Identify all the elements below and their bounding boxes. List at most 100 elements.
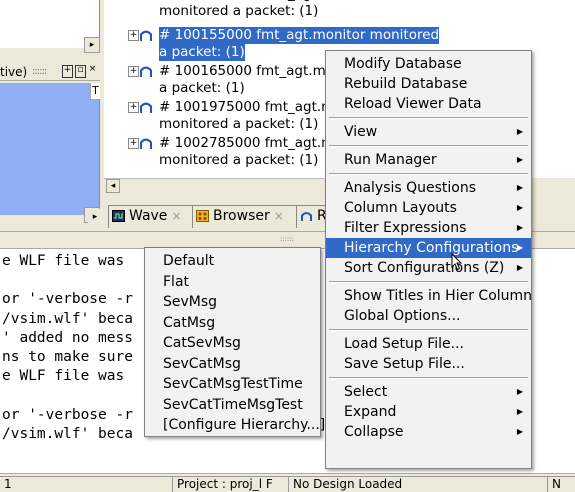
horizontal-scrollbar[interactable] [104,178,324,194]
tab-scroll-right-button[interactable]: ▸ [88,209,102,225]
drag-grip-icon[interactable]: :::::: [32,63,47,80]
tree-row-line1: # 1002785000 fmt_agt.m [159,135,335,151]
scroll-left-button[interactable]: ◂ [106,179,120,193]
transcript-line: /vsim.wlf' beca [2,425,133,442]
tree-row-line2: monitored a packet: (1) [159,3,319,19]
menu-item-reload-viewer-data[interactable]: Reload Viewer Data [326,94,531,114]
tree-row-line1: # 100165000 fmt_agt.mo [159,63,334,79]
transcript-line: ' added no mess [2,329,133,346]
menu-item-column-layouts[interactable]: Column Layouts ▶ [326,198,531,218]
expand-icon[interactable]: + [128,66,139,77]
menu-item-save-setup-file[interactable]: Save Setup File... [326,354,531,374]
submenu-item-catsevmsg[interactable]: CatSevMsg [145,333,320,353]
submenu-item-configure-hierarchy[interactable]: [Configure Hierarchy...] [145,415,325,435]
menu-item-label: Sort Configurations (Z) [344,260,505,276]
result-flag-icon [140,138,152,149]
wave-icon [112,210,125,222]
tab-label: Wave [129,208,168,224]
submenu-item-sevcatmsg[interactable]: SevCatMsg [145,354,320,374]
submenu-item-catmsg[interactable]: CatMsg [145,313,320,333]
menu-item-label: Global Options... [344,308,461,324]
submenu-item-sevcattimemsgtest[interactable]: SevCatTimeMsgTest [145,395,320,415]
menu-item-sort-configurations-z[interactable]: Sort Configurations (Z) ▶ [326,258,531,278]
menu-item-run-manager[interactable]: Run Manager ▶ [326,150,531,170]
tab-label: Browser [213,208,270,224]
tree-row-line1: # 100155000 fmt_agt.monitor monitored [159,27,440,44]
menu-item-label: Run Manager [344,152,437,168]
menu-item-label: Show Titles in Hier Column [344,288,533,304]
menu-item-load-setup-file[interactable]: Load Setup File... [326,334,531,354]
submenu-item-default[interactable]: Default [145,251,320,271]
result-flag-icon [140,102,152,113]
menu-item-rebuild-database[interactable]: Rebuild Database [326,74,531,94]
menu-item-filter-expressions[interactable]: Filter Expressions ▶ [326,218,531,238]
menu-separator [329,377,528,379]
splitter-grip-icon[interactable]: :::::: [272,236,302,243]
menu-item-analysis-questions[interactable]: Analysis Questions ▶ [326,178,531,198]
column-header[interactable]: T [90,83,100,99]
menu-item-hierarchy-configurations[interactable]: Hierarchy Configurations ▶ [326,238,531,258]
expand-icon[interactable]: + [128,30,139,41]
submenu-item-flat[interactable]: Flat [145,272,320,292]
tree-row[interactable]: +# 1001265000 fmt_agt.monitormonitored a… [104,0,575,22]
menu-item-collapse[interactable]: Collapse ▶ [326,422,531,442]
submenu-arrow-icon: ▶ [516,223,523,232]
status-bar: 1 Project : proj_l F No Design Loaded N [0,473,575,492]
menu-item-show-titles-in-hier-column[interactable]: Show Titles in Hier Column [326,286,533,306]
submenu-arrow-icon: ▶ [516,183,523,192]
submenu-arrow-icon: ▶ [516,243,523,252]
transcript-line: /vsim.wlf' beca [2,310,133,327]
menu-item-label: Load Setup File... [344,336,465,352]
tree-row-line2: a packet: (1) [159,44,245,61]
menu-item-global-options[interactable]: Global Options... [326,306,531,326]
menu-item-modify-database[interactable]: Modify Database [326,54,531,74]
left-list-panel[interactable] [0,83,100,215]
menu-separator [329,117,528,119]
maximize-icon[interactable]: ▫ [75,65,86,78]
submenu-item-sevmsg[interactable]: SevMsg [145,292,320,312]
transcript-line: or '-verbose -r [2,406,133,423]
close-icon[interactable]: × [171,209,181,223]
menu-item-view[interactable]: View ▶ [326,122,531,142]
transcript-line: e WLF file was [2,368,125,385]
menu-item-select[interactable]: Select ▶ [326,382,531,402]
submenu-arrow-icon: ▶ [516,407,523,416]
menu-separator [329,145,528,147]
submenu-item-sevcatmsgtesttime[interactable]: SevCatMsgTestTime [145,374,320,394]
transcript-line: or '-verbose -r [2,291,133,308]
close-icon[interactable]: × [274,209,284,223]
scroll-right-button[interactable]: ▸ [84,37,100,53]
transcript-line: ns to make sure [2,349,133,365]
menu-separator [329,173,528,175]
menu-item-label: Filter Expressions [344,220,467,236]
transcript-line: e WLF file was [2,253,125,269]
menu-item-label: Save Setup File... [344,356,465,372]
submenu-arrow-icon: ▶ [516,427,523,436]
context-menu: Modify Database Rebuild Database Reload Vi… [325,50,532,469]
tree-row-line2: monitored a packet: (1) [159,152,319,168]
tree-row-line1: # 1001975000 fmt_agt.m [159,99,335,115]
left-panel-header: tive) :::::: + ▫ × [0,63,100,81]
menu-item-expand[interactable]: Expand ▶ [326,402,531,422]
result-flag-icon [140,66,152,77]
browser-icon [196,210,209,222]
close-icon[interactable]: × [88,65,97,76]
submenu-arrow-icon: ▶ [516,263,523,272]
left-panel-title: tive) [0,65,28,79]
submenu-arrow-icon: ▶ [516,127,523,136]
result-icon [301,212,312,221]
expand-icon[interactable]: + [128,102,139,113]
tree-row-line2: monitored a packet: (1) [159,116,319,132]
tree-row-line2: a packet: (1) [159,80,245,96]
add-icon[interactable]: + [62,65,73,78]
mouse-pointer-icon [451,253,463,271]
menu-separator [329,329,528,331]
menu-item-label: Rebuild Database [344,76,468,92]
menu-item-label: Reload Viewer Data [344,96,482,112]
hierarchy-configurations-submenu: Default Flat SevMsg CatMsg CatSevMsg SevCatMs… [144,247,325,437]
submenu-arrow-icon: ▶ [516,203,523,212]
expand-icon[interactable]: + [128,138,139,149]
menu-item-label: Modify Database [344,56,462,72]
result-flag-icon [139,0,153,1]
menu-item-label: Expand [344,404,397,420]
